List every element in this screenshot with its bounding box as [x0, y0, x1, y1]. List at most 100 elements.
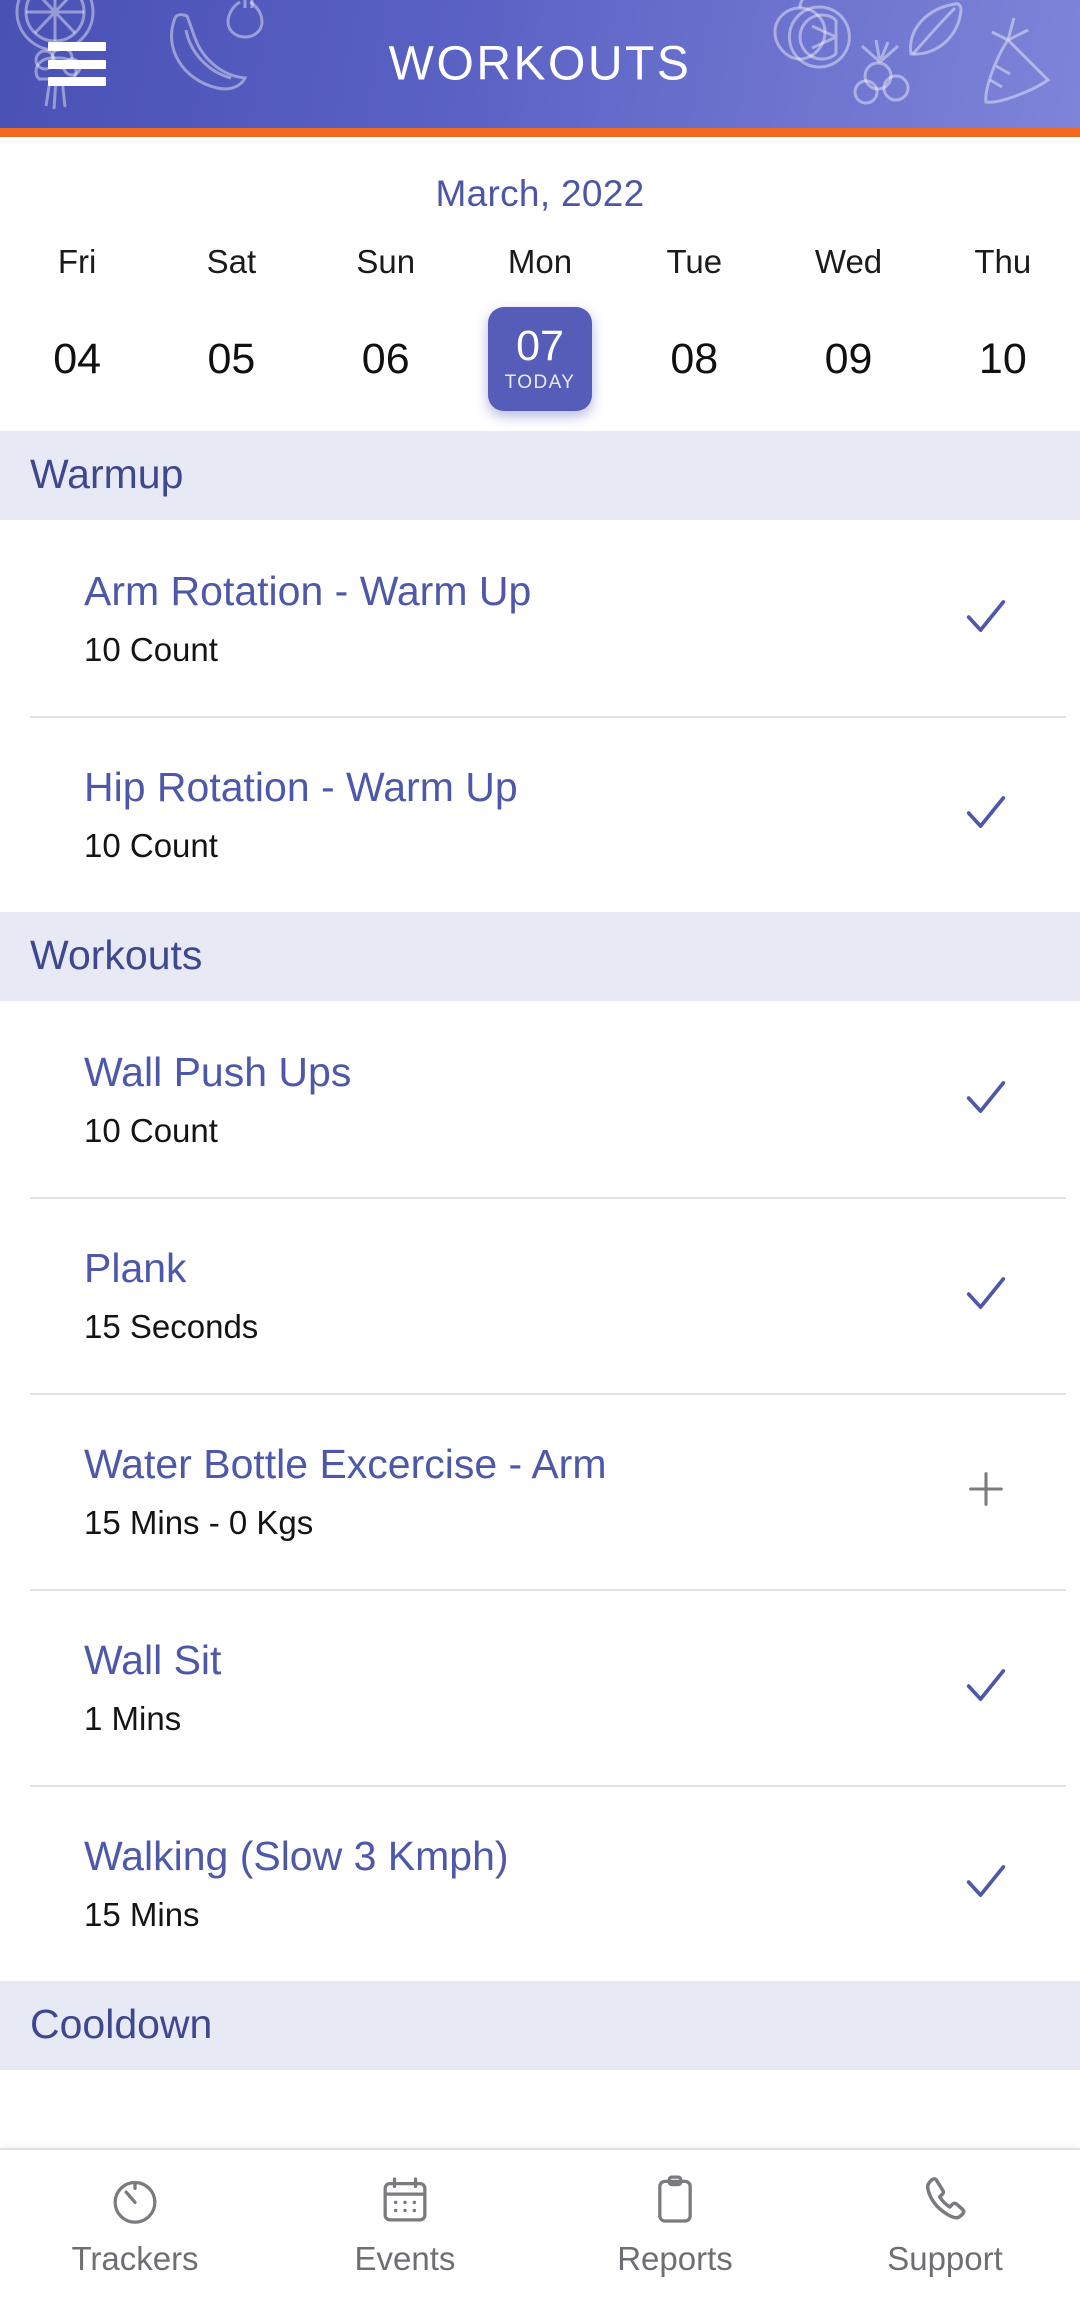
exercise-add-button[interactable]: [926, 1466, 1046, 1517]
nav-item-label: Reports: [617, 2240, 733, 2277]
calendar-day-08[interactable]: Tue 08: [617, 243, 771, 411]
nav-item-label: Support: [887, 2240, 1003, 2277]
app-screen: WORKOUTS March, 2022 Fri 04 Sat 05 Sun 06 Mon 0…: [0, 0, 1080, 2300]
exercise-row[interactable]: Plank 15 Seconds: [0, 1197, 1080, 1393]
exercise-text-block: Hip Rotation - Warm Up 10 Count: [84, 763, 926, 865]
calendar-day-09[interactable]: Wed 09: [771, 243, 925, 411]
nav-item-reports[interactable]: Reports: [540, 2172, 810, 2278]
calendar-date-number: 08: [670, 334, 719, 383]
section-title: Cooldown: [30, 2001, 213, 2047]
exercise-name: Walking (Slow 3 Kmph): [84, 1832, 509, 1879]
calendar-weekday-label: Sat: [206, 243, 257, 280]
exercise-row[interactable]: Arm Rotation - Warm Up 10 Count: [0, 520, 1080, 716]
calendar-date-number: 09: [824, 334, 873, 383]
exercise-text-block: Wall Push Ups 10 Count: [84, 1048, 926, 1150]
exercise-name: Wall Push Ups: [84, 1048, 352, 1095]
calendar-day-07[interactable]: Mon 07 TODAY: [463, 243, 617, 411]
section-header-warmup: Warmup: [0, 431, 1080, 520]
calendar-weekday-label: Mon: [507, 243, 573, 280]
exercise-detail: 15 Seconds: [84, 1308, 259, 1346]
exercise-name: Plank: [84, 1244, 187, 1291]
section-header-cooldown: Cooldown: [0, 1981, 1080, 2070]
calendar-date-number: 04: [53, 334, 102, 383]
calendar-day-10[interactable]: Thu 10: [926, 243, 1080, 411]
check-icon: [960, 1071, 1012, 1128]
calendar-date-number: 07: [516, 321, 564, 370]
calendar-weekday-label: Thu: [974, 243, 1032, 280]
nav-item-trackers[interactable]: Trackers: [0, 2172, 270, 2278]
exercise-row[interactable]: Wall Push Ups 10 Count: [0, 1001, 1080, 1197]
exercise-text-block: Walking (Slow 3 Kmph) 15 Mins: [84, 1832, 926, 1934]
exercise-row[interactable]: Water Bottle Excercise - Arm 15 Mins - 0 …: [0, 1393, 1080, 1589]
exercise-detail: 10 Count: [84, 827, 218, 865]
check-icon: [960, 1659, 1012, 1716]
exercise-complete-toggle[interactable]: [926, 786, 1046, 843]
content-scroll-area[interactable]: March, 2022 Fri 04 Sat 05 Sun 06 Mon 07 TODAY Tue…: [0, 137, 1080, 2300]
hamburger-bar-1: [48, 42, 106, 51]
app-header: WORKOUTS: [0, 0, 1080, 128]
section-title: Workouts: [30, 932, 203, 978]
exercise-complete-toggle[interactable]: [926, 1071, 1046, 1128]
workout-sections: Warmup Arm Rotation - Warm Up 10 Count Hip …: [0, 431, 1080, 2070]
calendar-weekday-label: Tue: [666, 243, 723, 280]
garlic-icon: [226, 0, 264, 39]
calendar-date-tile[interactable]: 04: [0, 307, 154, 411]
exercise-text-block: Plank 15 Seconds: [84, 1244, 926, 1346]
calendar-today-badge: TODAY: [504, 371, 576, 393]
calendar-date-number: 06: [361, 334, 410, 383]
phone-icon: [917, 2172, 973, 2228]
calendar-date-number: 10: [978, 334, 1027, 383]
exercise-text-block: Water Bottle Excercise - Arm 15 Mins - 0 …: [84, 1440, 926, 1542]
calendar-day-grid: Fri 04 Sat 05 Sun 06 Mon 07 TODAY Tue 08 Wed 09 Thu 10: [0, 243, 1080, 411]
exercise-text-block: Arm Rotation - Warm Up 10 Count: [84, 567, 926, 669]
check-icon: [960, 1855, 1012, 1912]
nav-item-label: Events: [354, 2240, 456, 2277]
calendar-month-label: March, 2022: [435, 173, 645, 214]
calendar-day-05[interactable]: Sat 05: [154, 243, 308, 411]
calendar-date-tile[interactable]: 06: [309, 307, 463, 411]
section-title: Warmup: [30, 451, 184, 497]
week-calendar: March, 2022 Fri 04 Sat 05 Sun 06 Mon 07 TODAY Tue…: [0, 137, 1080, 431]
header-accent-rule: [0, 128, 1080, 137]
exercise-detail: 10 Count: [84, 1112, 218, 1150]
nav-item-events[interactable]: Events: [270, 2172, 540, 2278]
calendar-weekday-label: Sun: [356, 243, 416, 280]
exercise-name: Arm Rotation - Warm Up: [84, 567, 532, 614]
exercise-row[interactable]: Hip Rotation - Warm Up 10 Count: [0, 716, 1080, 912]
exercise-row[interactable]: Walking (Slow 3 Kmph) 15 Mins: [0, 1785, 1080, 1981]
calendar-day-04[interactable]: Fri 04: [0, 243, 154, 411]
exercise-name: Wall Sit: [84, 1636, 222, 1683]
check-icon: [960, 786, 1012, 843]
nav-item-label: Trackers: [71, 2240, 199, 2277]
calendar-day-06[interactable]: Sun 06: [309, 243, 463, 411]
hamburger-bar-3: [48, 77, 106, 86]
hamburger-menu-icon[interactable]: [48, 42, 106, 86]
exercise-detail: 1 Mins: [84, 1700, 182, 1738]
calendar-date-tile[interactable]: 05: [154, 307, 308, 411]
calendar-today-tile[interactable]: 07 TODAY: [487, 307, 592, 411]
hamburger-bar-2: [48, 59, 106, 69]
exercise-complete-toggle[interactable]: [926, 1659, 1046, 1716]
exercise-name: Water Bottle Excercise - Arm: [84, 1440, 607, 1487]
exercise-complete-toggle[interactable]: [926, 590, 1046, 647]
exercise-detail: 15 Mins: [84, 1896, 200, 1934]
calendar-date-tile[interactable]: 09: [771, 307, 925, 411]
calendar-weekday-label: Wed: [814, 243, 883, 280]
calendar-weekday-label: Fri: [57, 243, 97, 280]
clipboard-icon: [647, 2172, 703, 2228]
exercise-text-block: Wall Sit 1 Mins: [84, 1636, 926, 1738]
calendar-date-tile[interactable]: 10: [926, 307, 1080, 411]
calendar-icon: [377, 2172, 433, 2228]
check-icon: [960, 1267, 1012, 1324]
exercise-row[interactable]: Wall Sit 1 Mins: [0, 1589, 1080, 1785]
exercise-complete-toggle[interactable]: [926, 1267, 1046, 1324]
section-header-workouts: Workouts: [0, 912, 1080, 1001]
stopwatch-icon: [107, 2172, 163, 2228]
nav-item-support[interactable]: Support: [810, 2172, 1080, 2278]
calendar-date-tile[interactable]: 08: [617, 307, 771, 411]
plus-icon: [963, 1466, 1009, 1517]
exercise-complete-toggle[interactable]: [926, 1855, 1046, 1912]
calendar-date-number: 05: [207, 334, 256, 383]
page-title: WORKOUTS: [388, 37, 692, 91]
exercise-detail: 10 Count: [84, 631, 218, 669]
